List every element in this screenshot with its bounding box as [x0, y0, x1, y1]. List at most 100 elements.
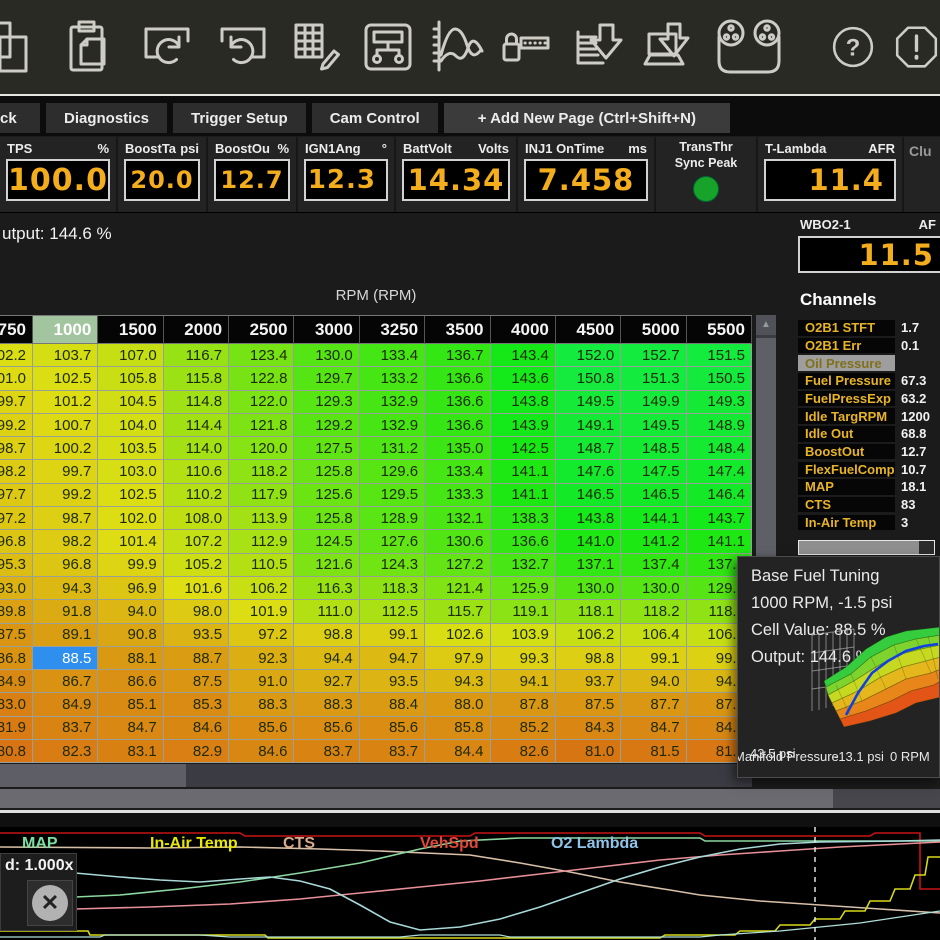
table-horizontal-scrollbar[interactable] — [0, 764, 752, 787]
paste-icon[interactable] — [62, 18, 118, 76]
table-cell[interactable]: 101.2 — [33, 391, 98, 414]
log-channel-cts[interactable]: CTS — [283, 835, 315, 853]
store-to-ecu-icon[interactable] — [570, 18, 626, 76]
table-cell[interactable]: 98.2 — [33, 530, 98, 553]
table-cell[interactable]: 129.5 — [360, 484, 425, 507]
table-cell[interactable]: 96.8 — [33, 554, 98, 577]
copy-icon[interactable] — [0, 18, 36, 76]
log-channel-o2-lambda[interactable]: O2 Lambda — [551, 835, 638, 853]
table-cell[interactable]: 143.8 — [556, 507, 621, 530]
table-cell[interactable]: 86.7 — [33, 670, 98, 693]
table-cell[interactable]: 141.1 — [491, 484, 556, 507]
table-cell[interactable]: 94.3 — [425, 670, 490, 693]
table-cell[interactable]: 130.0 — [556, 577, 621, 600]
table-cell[interactable]: 87.5 — [556, 693, 621, 716]
column-header[interactable]: 5500 — [687, 316, 752, 344]
table-cell[interactable]: 129.7 — [294, 367, 359, 390]
table-cell[interactable]: 117.9 — [229, 484, 294, 507]
table-cell[interactable]: 149.5 — [556, 391, 621, 414]
table-cell[interactable]: 84.9 — [33, 693, 98, 716]
table-cell[interactable]: 122.8 — [229, 367, 294, 390]
table-cell[interactable]: 130.0 — [621, 577, 686, 600]
table-cell[interactable]: 113.9 — [229, 507, 294, 530]
table-cell[interactable]: 125.8 — [294, 460, 359, 483]
table-cell[interactable]: 151.3 — [621, 367, 686, 390]
table-cell[interactable]: 102.2 — [0, 344, 33, 367]
channel-item-oil-pressure[interactable]: Oil Pressure — [798, 355, 940, 371]
table-cell[interactable]: 132.9 — [360, 414, 425, 437]
table-cell[interactable]: 118.2 — [621, 600, 686, 623]
table-cell[interactable]: 127.6 — [360, 530, 425, 553]
table-cell[interactable]: 137.4 — [621, 554, 686, 577]
table-cell[interactable]: 111.0 — [294, 600, 359, 623]
table-cell[interactable]: 146.5 — [621, 484, 686, 507]
table-cell[interactable]: 148.5 — [621, 437, 686, 460]
table-cell[interactable]: 136.6 — [491, 530, 556, 553]
table-cell[interactable]: 103.5 — [98, 437, 163, 460]
table-cell[interactable]: 127.5 — [294, 437, 359, 460]
channel-item-in-air-temp[interactable]: In-Air Temp3 — [798, 515, 940, 531]
table-cell[interactable]: 81.0 — [556, 740, 621, 763]
table-cell[interactable]: 85.6 — [294, 717, 359, 740]
table-cell[interactable]: 102.0 — [98, 507, 163, 530]
log-channel-vehspd[interactable]: VehSpd — [420, 835, 479, 853]
table-cell[interactable]: 115.8 — [164, 367, 229, 390]
table-cell[interactable]: 136.6 — [425, 367, 490, 390]
table-cell[interactable]: 130.6 — [425, 530, 490, 553]
column-header[interactable]: 3250 — [360, 316, 425, 344]
table-cell[interactable]: 151.5 — [687, 344, 752, 367]
table-cell[interactable]: 84.4 — [425, 740, 490, 763]
table-cell[interactable]: 102.6 — [425, 624, 490, 647]
table-cell[interactable]: 81.5 — [621, 740, 686, 763]
table-cell[interactable]: 88.1 — [98, 647, 163, 670]
redo-icon[interactable] — [214, 18, 270, 76]
table-cell[interactable]: 100.2 — [33, 437, 98, 460]
table-cell[interactable]: 94.1 — [491, 670, 556, 693]
table-cell[interactable]: 133.4 — [425, 460, 490, 483]
table-cell[interactable]: 132.7 — [491, 554, 556, 577]
tab-cam-control[interactable]: Cam Control — [312, 103, 438, 133]
table-cell[interactable]: 114.0 — [164, 437, 229, 460]
table-cell[interactable]: 152.0 — [556, 344, 621, 367]
table-cell[interactable]: 112.5 — [360, 600, 425, 623]
table-cell[interactable]: 146.4 — [687, 484, 752, 507]
table-cell[interactable]: 93.5 — [360, 670, 425, 693]
table-cell[interactable]: 94.3 — [33, 577, 98, 600]
column-header[interactable]: 3000 — [294, 316, 359, 344]
table-cell[interactable]: 138.3 — [491, 507, 556, 530]
table-cell[interactable]: 143.7 — [687, 507, 752, 530]
table-cell[interactable]: 133.3 — [425, 484, 490, 507]
table-cell[interactable]: 107.2 — [164, 530, 229, 553]
tape-log-icon[interactable] — [706, 18, 790, 76]
table-cell[interactable]: 107.0 — [98, 344, 163, 367]
table-cell[interactable]: 152.7 — [621, 344, 686, 367]
table-cell[interactable]: 131.2 — [360, 437, 425, 460]
table-cell[interactable]: 108.0 — [164, 507, 229, 530]
table-cell[interactable]: 148.7 — [556, 437, 621, 460]
table-cell[interactable]: 99.9 — [98, 554, 163, 577]
table-cell[interactable]: 97.7 — [0, 484, 33, 507]
channel-item-flexfuelcomp[interactable]: FlexFuelComp10.7 — [798, 462, 940, 478]
table-cell[interactable]: 85.1 — [98, 693, 163, 716]
table-cell[interactable]: 132.1 — [425, 507, 490, 530]
table-cell[interactable]: 141.1 — [687, 530, 752, 553]
table-cell[interactable]: 98.8 — [294, 624, 359, 647]
workspace-horizontal-scrollbar[interactable] — [0, 789, 940, 808]
table-cell[interactable]: 83.7 — [360, 740, 425, 763]
table-cell[interactable]: 84.7 — [621, 717, 686, 740]
table-cell[interactable]: 121.4 — [425, 577, 490, 600]
column-header[interactable]: 2000 — [164, 316, 229, 344]
table-cell[interactable]: 128.9 — [360, 507, 425, 530]
table-cell[interactable]: 121.6 — [294, 554, 359, 577]
table-cell[interactable]: 94.0 — [621, 670, 686, 693]
table-cell[interactable]: 88.5 — [33, 647, 98, 670]
table-cell[interactable]: 147.6 — [556, 460, 621, 483]
table-cell[interactable]: 115.7 — [425, 600, 490, 623]
help-icon[interactable]: ? — [829, 18, 877, 76]
table-cell[interactable]: 149.9 — [621, 391, 686, 414]
table-cell[interactable]: 141.2 — [621, 530, 686, 553]
table-cell[interactable]: 90.8 — [98, 624, 163, 647]
table-cell[interactable]: 129.2 — [294, 414, 359, 437]
table-cell[interactable]: 99.2 — [33, 484, 98, 507]
table-cell[interactable]: 143.6 — [491, 367, 556, 390]
